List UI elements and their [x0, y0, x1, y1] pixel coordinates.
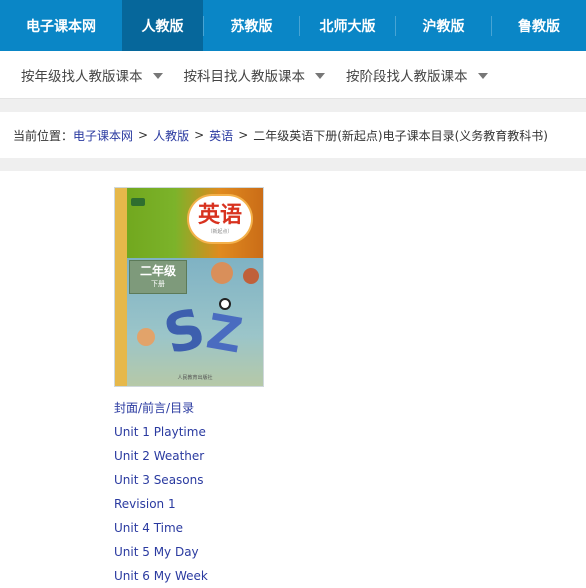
- cover-subtitle: （新起点）: [207, 228, 233, 235]
- toc-item[interactable]: Unit 4 Time: [114, 516, 208, 540]
- nav-item-sujiao[interactable]: 苏教版: [204, 0, 299, 51]
- subnav-label: 按科目找人教版课本: [183, 68, 306, 85]
- cover-grade: 二年级: [139, 264, 176, 279]
- top-nav: 电子课本网 人教版 苏教版 北师大版 沪教版 鲁教版: [0, 0, 586, 51]
- nav-item-lujiao[interactable]: 鲁教版: [492, 0, 586, 51]
- subnav-label: 按阶段找人教版课本: [346, 68, 468, 85]
- cover-title-bubble: 英语 （新起点）: [189, 196, 251, 242]
- section-spacer: [0, 99, 586, 112]
- breadcrumb-separator: >: [238, 128, 249, 142]
- cover-grade-plate: 二年级 下册: [129, 260, 187, 294]
- breadcrumb-prefix: 当前位置：: [13, 128, 74, 143]
- nav-item-beishida[interactable]: 北师大版: [300, 0, 395, 51]
- caret-down-icon: [152, 72, 163, 79]
- breadcrumb: 当前位置： 电子课本网 > 人教版 > 英语 > 二年级英语下册(新起点)电子课…: [0, 112, 586, 158]
- nav-item-label: 北师大版: [319, 18, 376, 35]
- breadcrumb-link-renjiao[interactable]: 人教版: [153, 127, 189, 144]
- breadcrumb-separator: >: [194, 128, 205, 142]
- cover-kid-figure: [243, 268, 259, 284]
- main-content: 英语 （新起点） 二年级 下册 S Z 人民教育出版社 封面/前言/目录 Uni…: [0, 171, 586, 588]
- cover-publisher: 人民教育出版社: [177, 375, 213, 381]
- nav-item-label: 鲁教版: [518, 18, 560, 35]
- nav-item-renjiao[interactable]: 人教版: [122, 0, 203, 51]
- toc-item[interactable]: Unit 6 My Week: [114, 564, 208, 588]
- cover-left-strip: [115, 188, 127, 386]
- book-cover-image[interactable]: 英语 （新起点） 二年级 下册 S Z 人民教育出版社: [114, 187, 264, 387]
- cover-ball: [219, 298, 231, 310]
- subnav-by-stage[interactable]: 按阶段找人教版课本: [346, 65, 488, 85]
- toc-item[interactable]: Unit 3 Seasons: [114, 468, 208, 492]
- subnav-by-grade[interactable]: 按年级找人教版课本: [21, 65, 163, 85]
- nav-item-label: 沪教版: [422, 18, 465, 35]
- breadcrumb-separator: >: [138, 128, 149, 142]
- cover-kid-figure: [211, 262, 233, 284]
- subnav-by-subject[interactable]: 按科目找人教版课本: [183, 65, 325, 85]
- caret-down-icon: [315, 72, 325, 79]
- cover-title: 英语: [197, 201, 242, 228]
- nav-item-label: 电子课本网: [26, 18, 96, 35]
- nav-item-home[interactable]: 电子课本网: [0, 0, 122, 51]
- breadcrumb-link-english[interactable]: 英语: [209, 127, 233, 144]
- breadcrumb-link-home[interactable]: 电子课本网: [73, 127, 133, 144]
- section-spacer: [0, 158, 586, 171]
- toc-item[interactable]: 封面/前言/目录: [114, 396, 208, 420]
- toc-item[interactable]: Unit 1 Playtime: [114, 420, 208, 444]
- toc-list: 封面/前言/目录 Unit 1 Playtime Unit 2 Weather …: [114, 396, 208, 588]
- toc-item[interactable]: Unit 2 Weather: [114, 444, 208, 468]
- toc-item[interactable]: Unit 5 My Day: [114, 540, 208, 564]
- nav-item-label: 苏教版: [230, 18, 273, 35]
- cover-volume: 下册: [151, 279, 165, 288]
- subnav-label: 按年级找人教版课本: [21, 68, 143, 85]
- cover-logo: [131, 198, 145, 206]
- nav-item-hujiao[interactable]: 沪教版: [396, 0, 491, 51]
- toc-item[interactable]: Revision 1: [114, 492, 208, 516]
- cover-kid-figure: [137, 328, 155, 346]
- nav-item-label: 人教版: [141, 18, 184, 35]
- sub-nav: 按年级找人教版课本 按科目找人教版课本 按阶段找人教版课本: [0, 51, 586, 99]
- breadcrumb-current: 二年级英语下册(新起点)电子课本目录(义务教育教科书): [253, 128, 548, 143]
- caret-down-icon: [477, 72, 488, 79]
